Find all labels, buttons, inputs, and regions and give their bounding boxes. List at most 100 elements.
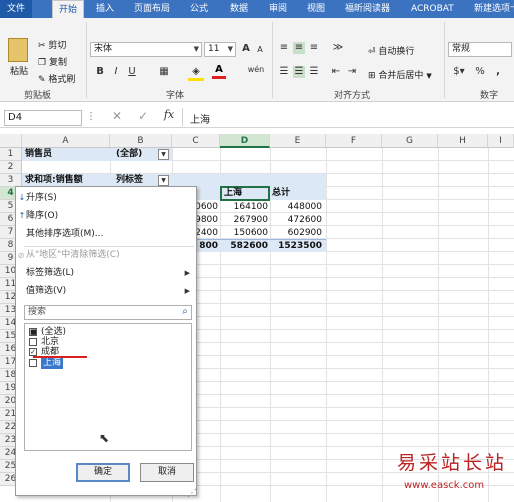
copy-button[interactable]: ❐ 复制 — [38, 55, 67, 68]
formula-input[interactable]: 上海 — [190, 111, 210, 126]
grow-font-button[interactable]: A — [240, 43, 252, 55]
cancel-button[interactable]: 取消 — [140, 463, 194, 482]
align-top-icon[interactable]: ≡ — [278, 42, 290, 54]
filter-search-input[interactable]: 搜索 — [24, 305, 192, 320]
select-all-corner[interactable] — [0, 134, 22, 148]
tab-acrobat[interactable]: ACROBAT — [411, 0, 454, 18]
font-name-select[interactable]: 宋体 ▼ — [90, 42, 202, 57]
filter-item-label: 北京 — [41, 337, 60, 347]
cell-d8[interactable]: 582600 — [220, 240, 268, 253]
sort-descending-item[interactable]: ↑ 降序(O) — [16, 208, 196, 225]
fill-color-icon[interactable]: ◈ — [188, 66, 204, 81]
align-middle-icon[interactable]: ≡ — [293, 42, 305, 54]
shrink-font-button[interactable]: A — [254, 44, 266, 56]
paste-icon[interactable] — [8, 38, 28, 62]
checkbox-partial-icon[interactable]: ■ — [29, 328, 37, 336]
cell-e8[interactable]: 1523500 — [270, 240, 322, 253]
column-header-a[interactable]: A — [22, 134, 110, 148]
align-center-icon[interactable]: ☰ — [293, 66, 305, 78]
number-format-select[interactable]: 常规 — [448, 42, 512, 57]
cancel-icon[interactable]: ✕ — [110, 110, 124, 122]
tab-file[interactable]: 文件 — [0, 0, 33, 18]
italic-button[interactable]: I — [110, 66, 122, 78]
cell-e7[interactable]: 602900 — [270, 227, 322, 240]
tab-page-layout[interactable]: 页面布局 — [134, 0, 170, 18]
align-bottom-icon[interactable]: ≡ — [308, 42, 320, 54]
cell-e5[interactable]: 448000 — [270, 201, 322, 214]
merge-icon: ⊞ — [368, 71, 376, 81]
align-right-icon[interactable]: ☰ — [308, 66, 320, 78]
increase-indent-icon[interactable]: ⇥ — [346, 66, 358, 78]
comma-button[interactable]: , — [492, 66, 504, 78]
tab-view[interactable]: 视图 — [307, 0, 325, 18]
merge-center-button[interactable]: ⊞ 合并后居中 ▼ — [368, 68, 432, 81]
column-header-i[interactable]: I — [488, 134, 514, 148]
cell-a1[interactable]: 销售员 — [25, 148, 52, 161]
tab-new[interactable]: 新建选项卡 — [474, 0, 514, 18]
row-header[interactable]: 2 — [0, 161, 22, 174]
filter-item-label: 上海 — [43, 358, 62, 368]
tab-formulas[interactable]: 公式 — [190, 0, 208, 18]
tab-home[interactable]: 开始 — [52, 0, 85, 18]
name-box[interactable]: D4 — [4, 110, 82, 126]
resize-grip-icon[interactable]: ⋰ — [187, 488, 197, 500]
row-header[interactable]: 1 — [0, 148, 22, 161]
wrap-text-button[interactable]: ⏎ 自动换行 — [368, 44, 414, 57]
tab-data[interactable]: 数据 — [230, 0, 248, 18]
cell-d7[interactable]: 150600 — [220, 227, 268, 240]
bold-button[interactable]: B — [94, 66, 106, 78]
checkbox-unchecked-icon[interactable] — [29, 338, 37, 346]
value-filter-item[interactable]: 值筛选(V) ▶ — [16, 283, 196, 300]
underline-button[interactable]: U — [126, 66, 138, 78]
watermark-title: 易采站长站 — [397, 452, 508, 474]
font-size-value: 11 — [208, 44, 220, 54]
borders-icon[interactable]: ▦ — [156, 66, 172, 78]
orientation-icon[interactable]: ≫ — [330, 42, 346, 54]
decrease-indent-icon[interactable]: ⇤ — [330, 66, 342, 78]
cut-label: 剪切 — [48, 41, 67, 51]
sort-ascending-item[interactable]: ↓ 升序(S) — [16, 190, 196, 207]
filter-dropdown-b3[interactable]: ▼ — [158, 175, 169, 186]
tab-review[interactable]: 审阅 — [269, 0, 287, 18]
cell-d5[interactable]: 164100 — [220, 201, 268, 214]
cell-d6[interactable]: 267900 — [220, 214, 268, 227]
column-header-e[interactable]: E — [270, 134, 326, 148]
phonetic-icon[interactable]: wén — [246, 64, 266, 76]
tab-foxit-reader[interactable]: 福昕阅读器 — [345, 0, 390, 18]
more-sort-options-item[interactable]: 其他排序选项(M)... — [16, 226, 196, 243]
accounting-format-icon[interactable]: $▾ — [450, 66, 468, 78]
column-header-f[interactable]: F — [326, 134, 382, 148]
tab-insert[interactable]: 插入 — [96, 0, 114, 18]
format-painter-button[interactable]: ✎ 格式刷 — [38, 72, 75, 85]
column-header-g[interactable]: G — [382, 134, 438, 148]
ok-button[interactable]: 确定 — [76, 463, 130, 482]
cell-b1[interactable]: (全部) — [116, 148, 142, 161]
label-filter-item[interactable]: 标签筛选(L) ▶ — [16, 265, 196, 282]
format-painter-label: 格式刷 — [48, 75, 76, 85]
clear-filter-item[interactable]: ⊘ 从"地区"中清除筛选(C) — [16, 247, 196, 264]
filter-dropdown-b1[interactable]: ▼ — [158, 149, 169, 160]
more-sort-options-label: 其他排序选项(M)... — [26, 229, 104, 239]
filter-item-shanghai[interactable]: 上海 — [29, 358, 64, 369]
cell-d4[interactable]: 上海 — [224, 187, 242, 200]
cell-e4[interactable]: 总计 — [272, 187, 290, 200]
insert-function-button[interactable]: fx — [160, 109, 178, 121]
font-name-value: 宋体 — [94, 44, 113, 54]
sort-descending-icon: ↑ — [18, 211, 26, 220]
percent-button[interactable]: % — [474, 66, 486, 78]
column-header-h[interactable]: H — [438, 134, 488, 148]
cell-e6[interactable]: 472600 — [270, 214, 322, 227]
cut-button[interactable]: ✂ 剪切 — [38, 38, 66, 51]
paste-button[interactable]: 粘贴 — [10, 64, 28, 77]
font-size-select[interactable]: 11 ▼ — [204, 42, 236, 57]
enter-icon[interactable]: ✓ — [136, 110, 150, 122]
column-header-c[interactable]: C — [172, 134, 220, 148]
checkbox-unchecked-icon[interactable] — [29, 359, 37, 367]
checkbox-checked-icon[interactable]: ✓ — [29, 348, 37, 356]
chevron-down-icon: ▼ — [227, 45, 233, 53]
align-left-icon[interactable]: ☰ — [278, 66, 290, 78]
column-header-b[interactable]: B — [110, 134, 172, 148]
grid-line — [326, 148, 327, 502]
font-color-button[interactable]: A — [212, 64, 226, 79]
column-header-d[interactable]: D — [220, 134, 270, 148]
